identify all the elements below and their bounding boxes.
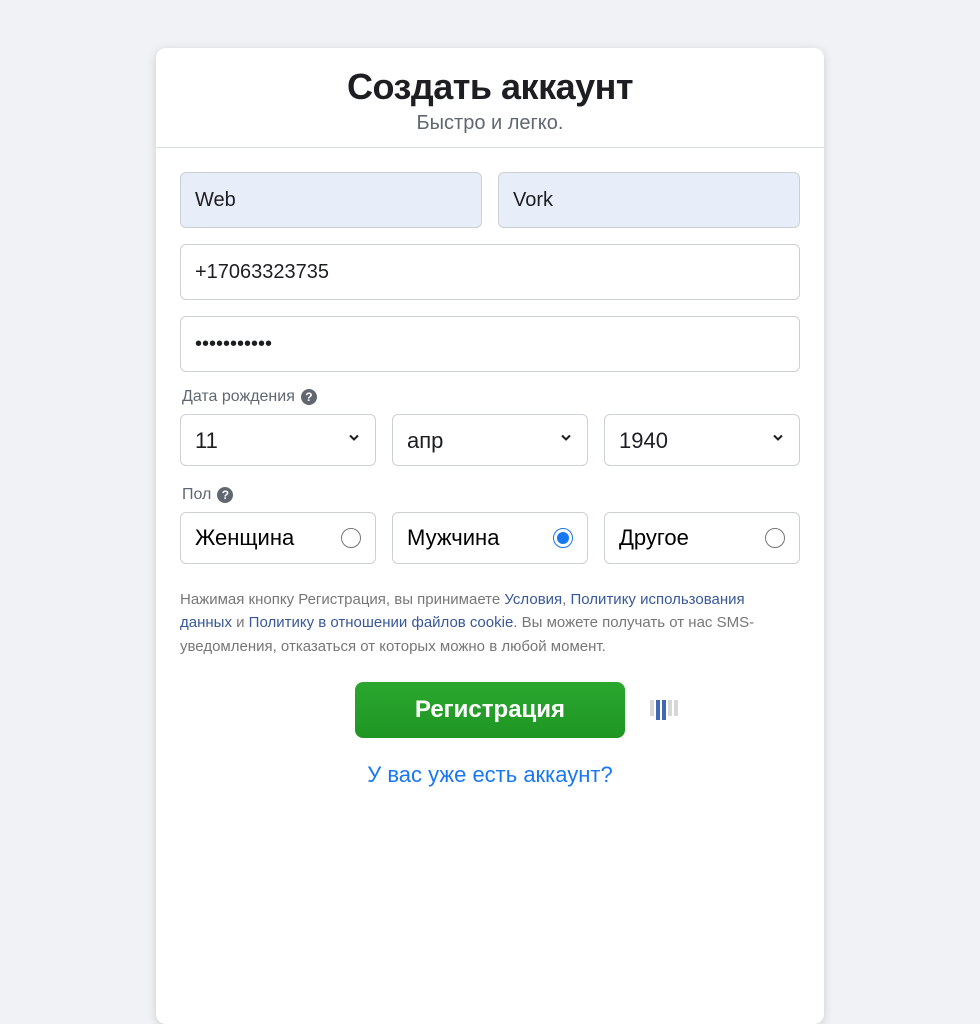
gender-option-female[interactable]: Женщина xyxy=(180,512,376,564)
signup-card: Создать аккаунт Быстро и легко. Дата рож… xyxy=(156,48,824,1024)
first-name-input[interactable] xyxy=(180,172,482,228)
submit-button[interactable]: Регистрация xyxy=(355,682,625,738)
help-icon[interactable]: ? xyxy=(301,389,317,405)
card-header: Создать аккаунт Быстро и легко. xyxy=(156,48,824,148)
contact-input[interactable] xyxy=(180,244,800,300)
birthday-label: Дата рождения ? xyxy=(182,388,800,406)
birthday-month-select[interactable]: апр xyxy=(392,414,588,466)
last-name-input[interactable] xyxy=(498,172,800,228)
birthday-day-select[interactable]: 11 xyxy=(180,414,376,466)
gender-radio-other[interactable] xyxy=(765,528,785,548)
birthday-year-select[interactable]: 1940 xyxy=(604,414,800,466)
password-input[interactable] xyxy=(180,316,800,372)
gender-radio-female[interactable] xyxy=(341,528,361,548)
gender-option-other[interactable]: Другое xyxy=(604,512,800,564)
legal-text: Нажимая кнопку Регистрация, вы принимает… xyxy=(180,588,800,658)
terms-link[interactable]: Условия xyxy=(504,591,562,608)
loading-spinner-icon xyxy=(650,700,678,720)
card-body: Дата рождения ? 11 апр xyxy=(156,148,824,816)
existing-account-link[interactable]: У вас уже есть аккаунт? xyxy=(367,762,613,787)
help-icon[interactable]: ? xyxy=(217,487,233,503)
page-subtitle: Быстро и легко. xyxy=(176,112,804,135)
gender-label: Пол ? xyxy=(182,486,800,504)
page-title: Создать аккаунт xyxy=(176,66,804,108)
cookie-policy-link[interactable]: Политику в отношении файлов cookie xyxy=(249,614,514,631)
gender-option-male[interactable]: Мужчина xyxy=(392,512,588,564)
gender-radio-male[interactable] xyxy=(553,528,573,548)
